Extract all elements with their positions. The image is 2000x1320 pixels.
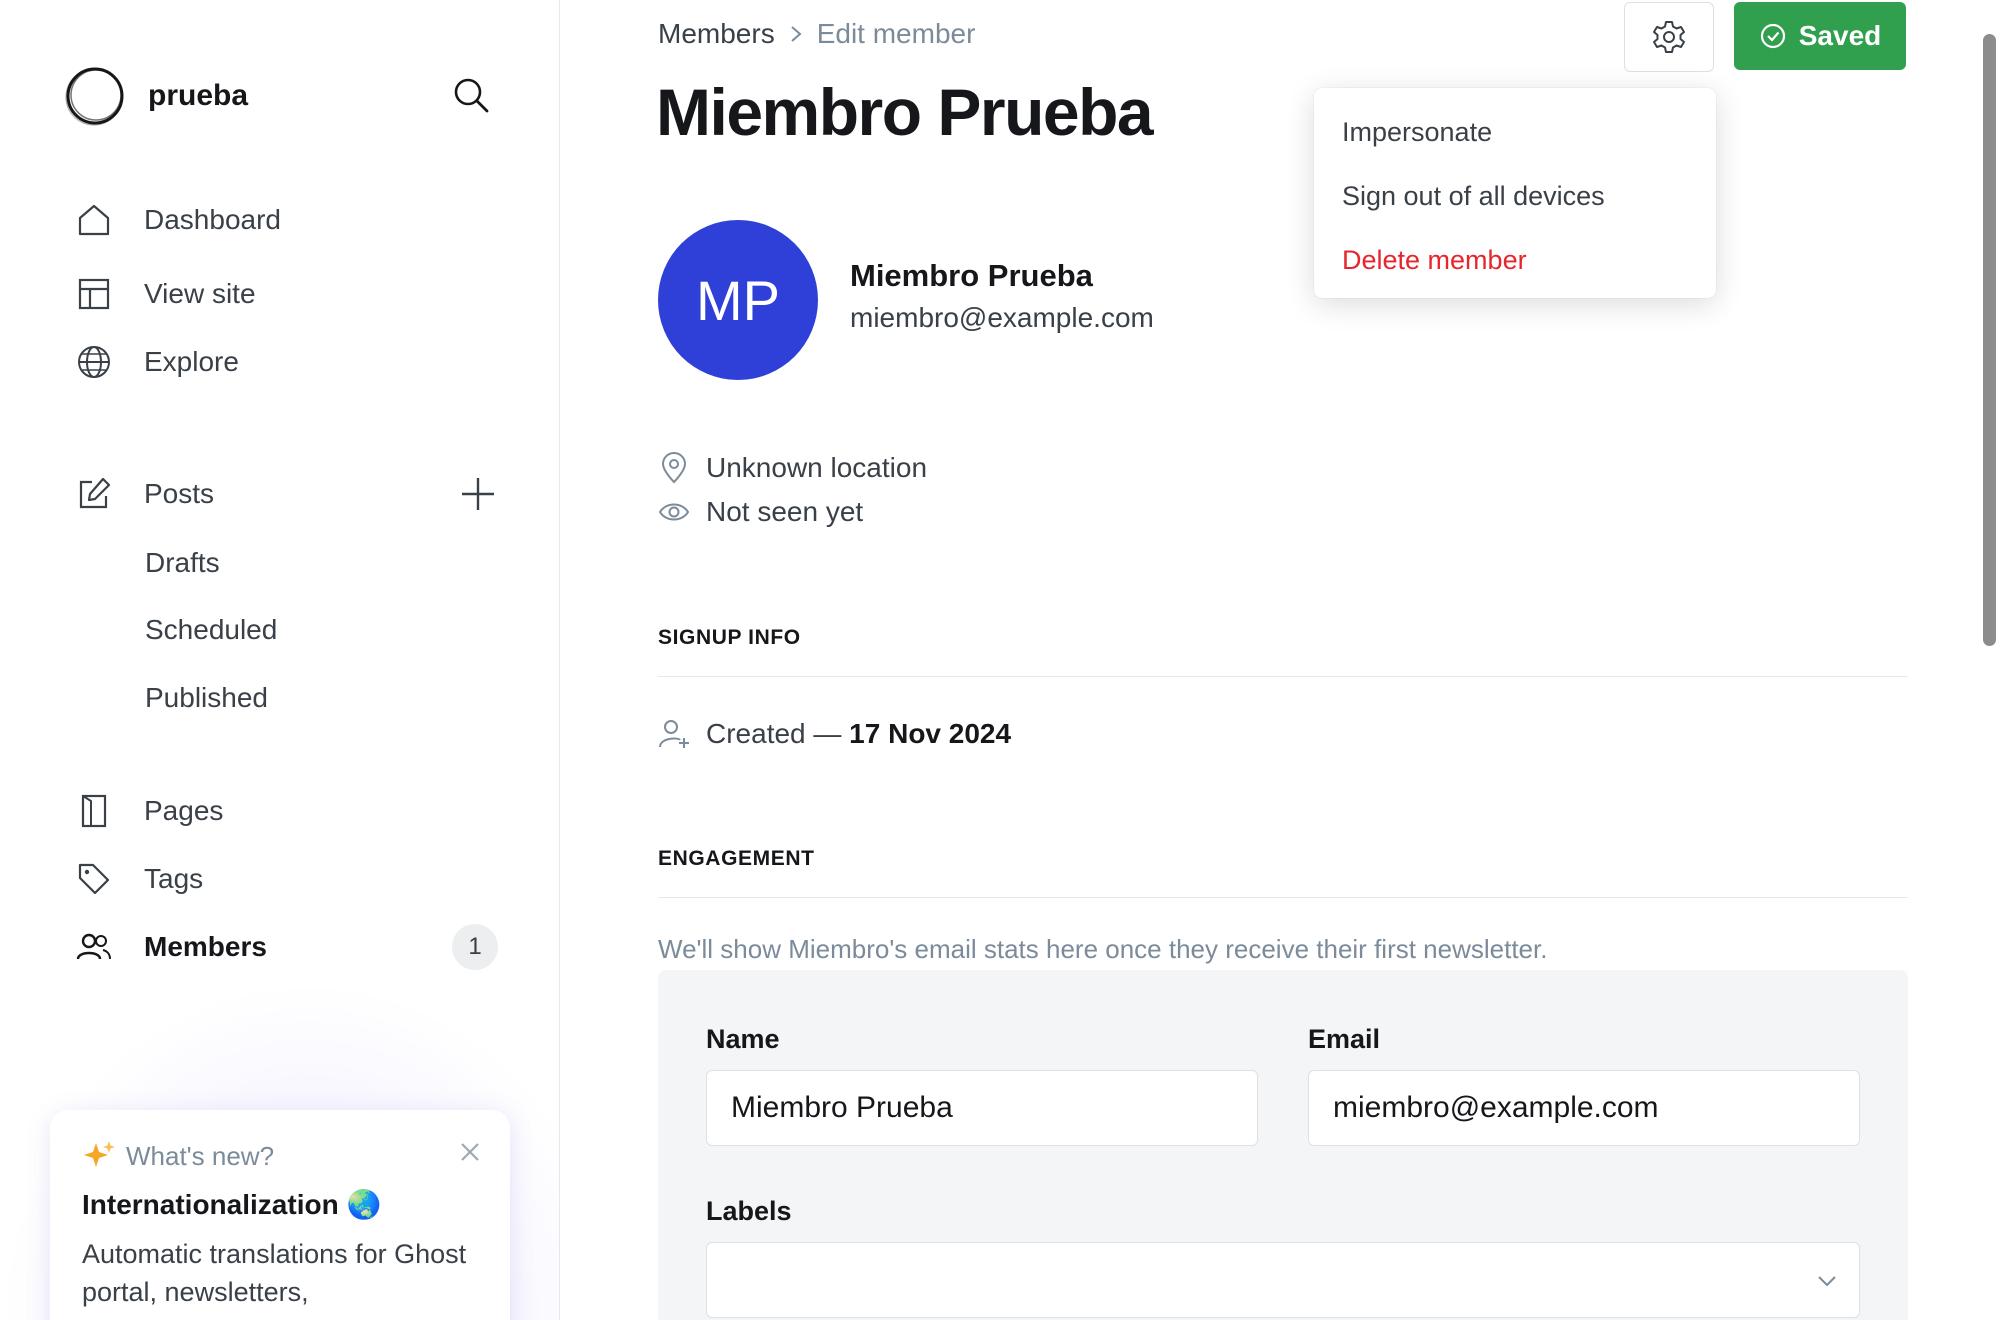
- nav-view-site[interactable]: View site: [74, 269, 256, 319]
- whats-new-header: What's new?: [82, 1136, 478, 1176]
- sidebar: prueba Dashboard View site Explore Posts: [0, 0, 560, 1320]
- member-name: Miembro Prueba: [850, 258, 1093, 293]
- nav-label: Explore: [144, 346, 239, 377]
- labels-label: Labels: [706, 1196, 792, 1226]
- whats-new-text: Automatic translations for Ghost portal,…: [82, 1239, 467, 1307]
- main-content: Members Edit member Miembro Prueba Saved…: [560, 0, 2000, 1320]
- globe-icon: [74, 342, 114, 382]
- created-date: 17 Nov 2024: [849, 718, 1012, 749]
- section-divider: [658, 897, 1908, 898]
- nav-label: Dashboard: [144, 204, 281, 235]
- nav-pages[interactable]: Pages: [74, 786, 223, 836]
- site-brand[interactable]: prueba: [64, 64, 248, 128]
- whats-new-title: Internationalization 🌏: [82, 1189, 382, 1220]
- close-icon[interactable]: [456, 1138, 484, 1166]
- avatar: MP: [658, 220, 818, 380]
- engagement-heading: ENGAGEMENT: [658, 847, 815, 870]
- email-label: Email: [1308, 1024, 1381, 1054]
- chevron-down-icon: [1818, 1276, 1836, 1287]
- name-field[interactable]: Miembro Prueba: [706, 1070, 1258, 1146]
- page-scrollbar[interactable]: [1980, 0, 2000, 1320]
- tag-icon: [74, 859, 114, 899]
- nav-label: Members: [144, 931, 267, 962]
- nav-dashboard[interactable]: Dashboard: [74, 195, 281, 245]
- saved-button[interactable]: Saved: [1734, 2, 1906, 70]
- created-text: Created — 17 Nov 2024: [706, 718, 1011, 750]
- member-email: miembro@example.com: [850, 302, 1154, 333]
- nav-drafts[interactable]: Drafts: [145, 540, 220, 586]
- page-icon: [74, 791, 114, 831]
- home-icon: [74, 200, 114, 240]
- nav-label: Tags: [144, 863, 204, 894]
- sparkle-icon: [84, 1141, 115, 1167]
- breadcrumb: Members Edit member: [658, 14, 975, 54]
- chevron-right-icon: [791, 26, 802, 42]
- member-actions-menu: Impersonate Sign out of all devices Dele…: [1314, 88, 1716, 298]
- labels-select[interactable]: [706, 1242, 1860, 1318]
- breadcrumb-members-link[interactable]: Members: [658, 18, 775, 50]
- check-circle-icon: [1760, 23, 1785, 49]
- new-post-button[interactable]: [456, 472, 500, 516]
- menu-impersonate[interactable]: Impersonate: [1314, 100, 1716, 164]
- circle-logo-icon: [65, 67, 124, 126]
- nav-posts[interactable]: Posts: [74, 469, 214, 519]
- engagement-note: We'll show Miembro's email stats here on…: [658, 934, 1548, 964]
- breadcrumb-current: Edit member: [816, 18, 976, 49]
- menu-delete-member[interactable]: Delete member: [1314, 228, 1716, 292]
- members-icon: [74, 927, 114, 967]
- email-field[interactable]: miembro@example.com: [1308, 1070, 1860, 1146]
- page-title: Miembro Prueba: [656, 75, 1154, 149]
- nav-members[interactable]: Members: [74, 922, 267, 972]
- nav-tags[interactable]: Tags: [74, 854, 203, 904]
- member-settings-button[interactable]: [1624, 2, 1714, 72]
- name-label: Name: [706, 1024, 780, 1054]
- created-prefix: Created —: [706, 718, 850, 749]
- member-form: Name Miembro Prueba Email miembro@exampl…: [658, 970, 1908, 1320]
- scrollbar-thumb[interactable]: [1983, 34, 1996, 646]
- members-count-badge: 1: [452, 924, 498, 970]
- location-pin-icon: [658, 452, 690, 484]
- nav-label: View site: [144, 278, 256, 309]
- section-divider: [658, 676, 1908, 677]
- saved-label: Saved: [1798, 20, 1882, 51]
- search-button[interactable]: [448, 72, 494, 118]
- nav-scheduled[interactable]: Scheduled: [145, 607, 277, 653]
- whats-new-label: What's new?: [126, 1140, 275, 1171]
- member-created: Created — 17 Nov 2024: [658, 714, 1011, 754]
- search-icon: [454, 78, 489, 113]
- edit-icon: [74, 474, 114, 514]
- menu-sign-out-all-devices[interactable]: Sign out of all devices: [1314, 164, 1716, 228]
- gear-icon: [1653, 21, 1685, 53]
- member-location: Unknown location: [658, 448, 927, 488]
- whats-new-card[interactable]: What's new? Internationalization 🌏 Autom…: [50, 1110, 510, 1320]
- user-plus-icon: [658, 718, 690, 750]
- location-text: Unknown location: [706, 452, 928, 483]
- eye-icon: [658, 496, 690, 528]
- nav-published[interactable]: Published: [145, 675, 268, 721]
- nav-label: Posts: [144, 478, 215, 509]
- site-name: prueba: [148, 79, 249, 112]
- nav-label: Pages: [144, 795, 224, 826]
- layout-icon: [74, 274, 114, 314]
- plus-icon: [462, 478, 494, 510]
- nav-explore[interactable]: Explore: [74, 337, 239, 387]
- signup-info-heading: SIGNUP INFO: [658, 626, 801, 649]
- member-last-seen: Not seen yet: [658, 492, 863, 532]
- last-seen-text: Not seen yet: [706, 496, 864, 527]
